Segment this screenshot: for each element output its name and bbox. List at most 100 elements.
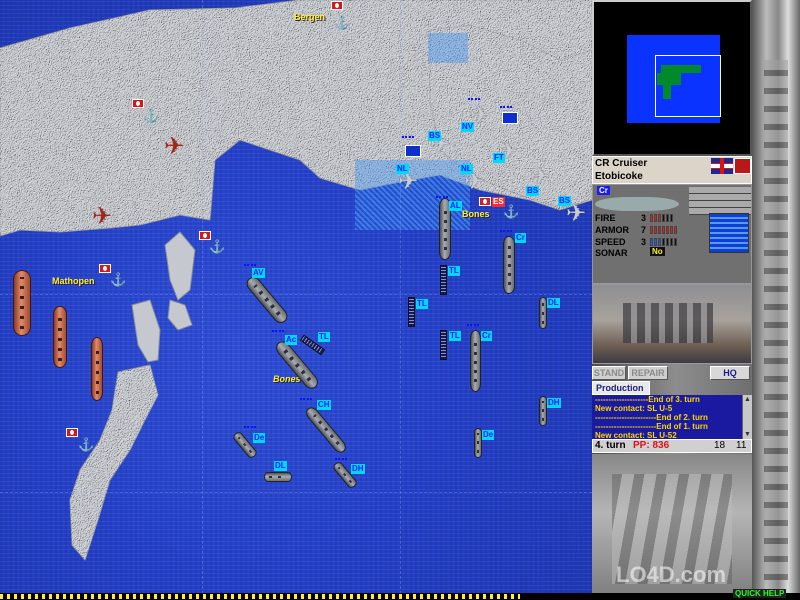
port-label-bones: Bones bbox=[462, 209, 490, 219]
stat-pip bbox=[654, 238, 657, 246]
strength-indicator bbox=[467, 324, 479, 326]
strength-indicator bbox=[436, 196, 448, 198]
radar-display bbox=[709, 213, 749, 253]
stat-pip bbox=[662, 214, 665, 222]
stat-pip bbox=[658, 214, 661, 222]
unit-tag: TL bbox=[448, 266, 460, 276]
unit-tag: BS bbox=[428, 131, 442, 141]
cruiser-icon[interactable] bbox=[503, 236, 515, 294]
carrier-unit-icon[interactable] bbox=[502, 112, 518, 124]
minimap-sea bbox=[627, 35, 721, 123]
grid-line bbox=[400, 0, 401, 594]
unit-tag: DL bbox=[274, 461, 287, 471]
stat-label: SPEED bbox=[595, 237, 626, 247]
anchor-icon[interactable]: ⚓ bbox=[334, 16, 350, 29]
destroyer-icon[interactable] bbox=[474, 428, 482, 458]
stand-button[interactable]: STAND bbox=[592, 366, 626, 380]
scroll-up-icon[interactable]: ▲ bbox=[743, 395, 752, 404]
unit-tag: DL bbox=[547, 298, 560, 308]
anchor-icon[interactable]: ⚓ bbox=[209, 240, 225, 253]
destroyer-icon[interactable] bbox=[539, 297, 547, 329]
carrier-unit-icon[interactable] bbox=[405, 145, 421, 157]
stat-pip bbox=[654, 214, 657, 222]
quick-help-button[interactable]: QUICK HELP bbox=[733, 589, 787, 598]
watermark-logo: LO4D.com bbox=[616, 562, 727, 587]
german-bomber-icon[interactable]: ✈ bbox=[164, 135, 184, 159]
german-destroyer-icon[interactable] bbox=[91, 337, 103, 401]
anchor-icon[interactable]: ⚓ bbox=[110, 273, 126, 286]
minimap[interactable] bbox=[592, 0, 752, 156]
unit-tag: De bbox=[253, 433, 266, 443]
log-line: New contact: SL U-52 bbox=[595, 431, 677, 439]
destroyer-icon[interactable] bbox=[264, 472, 292, 482]
unit-tag: NL bbox=[396, 164, 409, 174]
unit-tag: ES bbox=[492, 197, 505, 207]
cargo-grid bbox=[689, 187, 751, 215]
unit-tag: Cr bbox=[481, 331, 492, 341]
production-points: PP: 836 bbox=[633, 440, 670, 451]
stat-pip bbox=[674, 226, 677, 234]
unit-tag: AL bbox=[449, 201, 462, 211]
unit-tag: Cr bbox=[515, 233, 526, 243]
stat-pip bbox=[666, 238, 669, 246]
tactical-map[interactable]: Bergen Mathopen Bones Bones ⚓ ⚓ ⚓ ⚓ ⚓ ⚓ … bbox=[0, 0, 592, 594]
transport-unit-icon[interactable] bbox=[440, 330, 447, 360]
log-line: New contact: SL U-5 bbox=[595, 404, 673, 413]
fire-bar bbox=[650, 214, 673, 222]
unit-photo bbox=[592, 284, 752, 364]
stat-pip bbox=[662, 226, 665, 234]
anchor-icon[interactable]: ⚓ bbox=[78, 438, 94, 451]
strength-indicator bbox=[500, 106, 512, 108]
turn-counter: 4. turn bbox=[595, 440, 626, 451]
log-scrollbar[interactable]: ▲ ▼ bbox=[742, 395, 752, 439]
unit-name: Etobicoke bbox=[595, 171, 643, 182]
ship-silhouette-icon bbox=[595, 197, 679, 211]
unit-stats: Cr FIRE 3 ARMOR 7 SPEED 3 SONAR No bbox=[592, 184, 752, 284]
transport-unit-icon[interactable] bbox=[440, 265, 447, 295]
unit-tag: TL bbox=[416, 299, 428, 309]
unit-class-tag: Cr bbox=[597, 186, 610, 195]
repair-button[interactable]: REPAIR bbox=[628, 366, 668, 380]
german-cruiser-icon[interactable] bbox=[53, 306, 67, 368]
scroll-down-icon[interactable]: ▼ bbox=[743, 430, 752, 439]
stat-pip bbox=[666, 214, 669, 222]
anchor-icon[interactable]: ⚓ bbox=[143, 109, 159, 122]
grid-line bbox=[202, 0, 203, 594]
unit-header: CR Cruiser Etobicoke bbox=[592, 156, 752, 184]
stat-pip bbox=[650, 238, 653, 246]
stat-pip bbox=[674, 238, 677, 246]
status-number: 11 bbox=[736, 440, 747, 451]
naval-ensign-icon bbox=[734, 158, 751, 174]
unit-actions: STAND REPAIR HQ bbox=[592, 366, 752, 382]
anchor-icon[interactable]: ⚓ bbox=[503, 205, 519, 218]
unit-tag: BS bbox=[526, 186, 540, 196]
stat-fire: FIRE 3 bbox=[595, 213, 651, 223]
german-bomber-icon[interactable]: ✈ bbox=[92, 205, 112, 229]
strength-indicator bbox=[300, 398, 312, 400]
minimap-viewport[interactable] bbox=[655, 55, 721, 117]
stat-pip bbox=[662, 238, 665, 246]
battleship-artwork bbox=[752, 0, 800, 600]
german-battleship-icon[interactable] bbox=[13, 270, 31, 336]
status-number: 18 bbox=[714, 440, 726, 451]
log-line: -----------------------End of 1. turn bbox=[595, 422, 708, 431]
stat-pip bbox=[670, 214, 673, 222]
production-tab[interactable]: Production bbox=[592, 381, 650, 395]
unit-tag: NV bbox=[461, 122, 475, 132]
strength-indicator bbox=[468, 98, 480, 100]
timeline-ticks bbox=[0, 594, 520, 599]
stat-pip bbox=[650, 226, 653, 234]
unit-tag: DH bbox=[351, 464, 365, 474]
stat-pip bbox=[670, 238, 673, 246]
log-line: -----------------------End of 2. turn bbox=[595, 413, 708, 422]
stat-pip bbox=[654, 226, 657, 234]
destroyer-icon[interactable] bbox=[539, 396, 547, 426]
unit-tag: DH bbox=[547, 398, 561, 408]
german-flag-icon bbox=[66, 428, 78, 437]
uk-flag-icon bbox=[479, 197, 491, 206]
cruiser-icon[interactable] bbox=[470, 330, 481, 392]
hq-button[interactable]: HQ bbox=[710, 366, 750, 380]
unit-tag: TL bbox=[449, 331, 461, 341]
message-log[interactable]: --------------------End of 3. turn New c… bbox=[592, 395, 742, 439]
transport-unit-icon[interactable] bbox=[408, 297, 415, 327]
